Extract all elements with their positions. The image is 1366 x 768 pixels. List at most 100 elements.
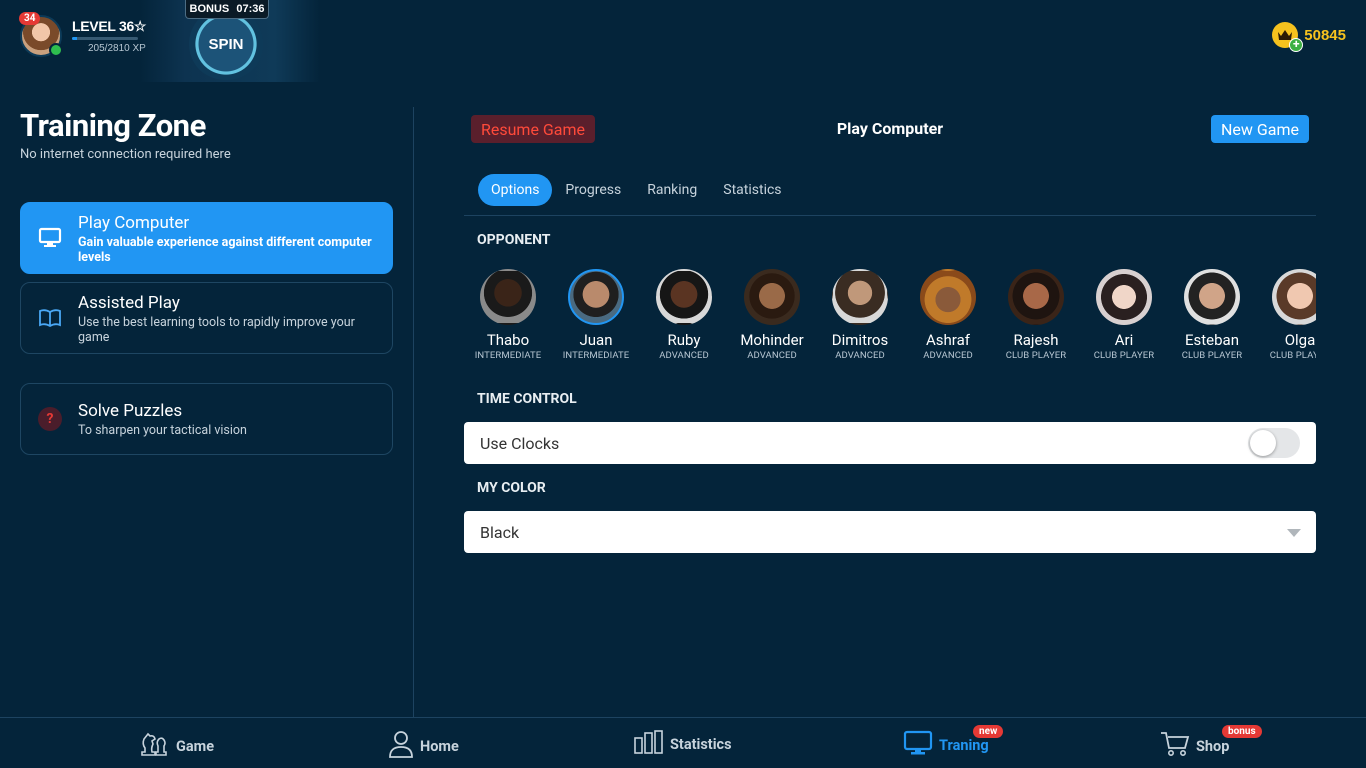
opponent-avatar bbox=[1184, 269, 1240, 325]
use-clocks-label: Use Clocks bbox=[480, 433, 560, 453]
bonus-time: 07:36 bbox=[236, 3, 265, 15]
use-clocks-toggle[interactable] bbox=[1248, 428, 1300, 458]
tab-ranking[interactable]: Ranking bbox=[634, 174, 710, 206]
nav-home[interactable]: Home bbox=[388, 730, 459, 762]
opponent-avatar bbox=[1272, 269, 1316, 325]
menu-title: Assisted Play bbox=[78, 293, 180, 313]
my-color-select[interactable]: Black bbox=[464, 511, 1316, 553]
tab-progress[interactable]: Progress bbox=[552, 174, 634, 206]
my-color-heading: MY COLOR bbox=[477, 480, 546, 496]
online-indicator bbox=[49, 43, 63, 57]
time-control-heading: TIME CONTROL bbox=[477, 391, 577, 407]
opponent-avatar bbox=[920, 269, 976, 325]
opponent-name: Ruby bbox=[667, 331, 701, 349]
opponent-name: Olga bbox=[1284, 331, 1316, 349]
opponent-name: Ashraf bbox=[926, 331, 970, 349]
resume-game-button[interactable]: Resume Game bbox=[471, 115, 595, 143]
page-subtitle: No internet connection required here bbox=[20, 147, 231, 162]
opponent-level: INTERMEDIATE bbox=[562, 350, 630, 361]
panel-title: Play Computer bbox=[836, 119, 944, 138]
opponent-card[interactable]: Ari CLUB PLAYER bbox=[1080, 267, 1168, 367]
bonus-badge: bonus bbox=[1222, 725, 1262, 738]
menu-play-computer[interactable]: Play Computer Gain valuable experience a… bbox=[20, 202, 393, 274]
opponent-card[interactable]: Thabo INTERMEDIATE bbox=[464, 267, 552, 367]
opponent-heading: OPPONENT bbox=[477, 232, 551, 248]
opponent-avatar bbox=[1096, 269, 1152, 325]
opponent-card[interactable]: Ashraf ADVANCED bbox=[904, 267, 992, 367]
toggle-knob bbox=[1250, 430, 1276, 456]
opponent-avatar bbox=[568, 269, 624, 325]
opponent-level: CLUB PLAYER bbox=[1269, 350, 1316, 361]
monitor-icon bbox=[37, 225, 63, 251]
question-icon: ? bbox=[37, 406, 63, 432]
nav-game[interactable]: Game bbox=[138, 730, 214, 762]
add-coins-icon[interactable]: + bbox=[1289, 38, 1304, 52]
opponent-level: CLUB PLAYER bbox=[1005, 350, 1067, 361]
spin-label: SPIN bbox=[208, 35, 244, 53]
opponent-avatar bbox=[480, 269, 536, 325]
menu-assisted-play[interactable]: Assisted Play Use the best learning tool… bbox=[20, 282, 393, 354]
person-icon bbox=[388, 730, 414, 762]
tab-divider bbox=[464, 215, 1316, 216]
menu-solve-puzzles[interactable]: ? Solve Puzzles To sharpen your tactical… bbox=[20, 383, 393, 455]
notification-badge[interactable]: 34 bbox=[19, 12, 41, 25]
new-badge: new bbox=[973, 725, 1004, 738]
use-clocks-row: Use Clocks bbox=[464, 422, 1316, 464]
opponent-card[interactable]: Dimitros ADVANCED bbox=[816, 267, 904, 367]
opponent-list: Thabo INTERMEDIATE Juan INTERMEDIATE Ruby A… bbox=[464, 267, 1316, 367]
bottom-nav: Game Home Statistics Traning new Shop bo… bbox=[0, 717, 1366, 768]
nav-statistics[interactable]: Statistics bbox=[634, 730, 732, 758]
opponent-name: Dimitros bbox=[831, 331, 889, 349]
nav-label: Traning bbox=[939, 736, 989, 754]
coin-balance[interactable]: + 50845 bbox=[1272, 22, 1346, 52]
opponent-avatar bbox=[656, 269, 712, 325]
opponent-card[interactable]: OlgaCLUB PLAYER bbox=[1256, 267, 1316, 367]
opponent-avatar bbox=[744, 269, 800, 325]
panel-divider bbox=[413, 107, 414, 717]
opponent-card[interactable]: Mohinder ADVANCED bbox=[728, 267, 816, 367]
menu-title: Solve Puzzles bbox=[78, 401, 183, 421]
nav-label: Shop bbox=[1196, 737, 1230, 755]
nav-label: Home bbox=[420, 737, 459, 755]
opponent-name: Rajesh bbox=[1013, 331, 1059, 349]
menu-title: Play Computer bbox=[78, 213, 190, 233]
opponent-name: Thabo bbox=[486, 331, 530, 349]
cart-icon bbox=[1160, 730, 1190, 762]
menu-desc: Gain valuable experience against differe… bbox=[78, 235, 372, 265]
level-label: LEVEL 36☆ bbox=[72, 18, 147, 34]
coin-amount: 50845 bbox=[1304, 26, 1346, 44]
xp-progress-fill bbox=[72, 37, 77, 40]
opponent-level: ADVANCED bbox=[659, 350, 709, 361]
opponent-card[interactable]: Rajesh CLUB PLAYER bbox=[992, 267, 1080, 367]
opponent-card[interactable]: Esteban CLUB PLAYER bbox=[1168, 267, 1256, 367]
tab-statistics[interactable]: Statistics bbox=[710, 174, 794, 206]
menu-desc: To sharpen your tactical vision bbox=[78, 423, 247, 438]
opponent-avatar bbox=[1008, 269, 1064, 325]
opponent-level: ADVANCED bbox=[747, 350, 797, 361]
tab-bar: Options Progress Ranking Statistics bbox=[478, 174, 795, 206]
new-game-button[interactable]: New Game bbox=[1211, 115, 1309, 143]
opponent-card[interactable]: Juan INTERMEDIATE bbox=[552, 267, 640, 367]
opponent-level: CLUB PLAYER bbox=[1093, 350, 1155, 361]
page-title: Training Zone bbox=[20, 107, 206, 144]
menu-desc: Use the best learning tools to rapidly i… bbox=[78, 315, 355, 345]
nav-label: Statistics bbox=[670, 735, 732, 753]
tab-options[interactable]: Options bbox=[478, 174, 553, 206]
my-color-value: Black bbox=[480, 522, 520, 542]
opponent-name: Juan bbox=[579, 331, 613, 349]
bars-icon bbox=[634, 730, 664, 758]
opponent-name: Esteban bbox=[1185, 331, 1239, 349]
opponent-avatar bbox=[832, 269, 888, 325]
opponent-name: Mohinder bbox=[740, 331, 804, 349]
xp-progress-bar bbox=[72, 37, 138, 40]
opponent-name: Ari bbox=[1114, 331, 1134, 349]
monitor-icon bbox=[903, 730, 933, 760]
book-icon bbox=[37, 305, 63, 331]
knight-icon bbox=[138, 730, 170, 762]
chevron-down-icon bbox=[1287, 529, 1301, 537]
xp-label: 205/2810 XP bbox=[88, 43, 146, 54]
nav-shop[interactable]: Shop bbox=[1160, 730, 1229, 762]
bonus-timer: BONUS 07:36 bbox=[185, 0, 269, 19]
bonus-label: BONUS bbox=[189, 3, 230, 15]
opponent-card[interactable]: Ruby ADVANCED bbox=[640, 267, 728, 367]
